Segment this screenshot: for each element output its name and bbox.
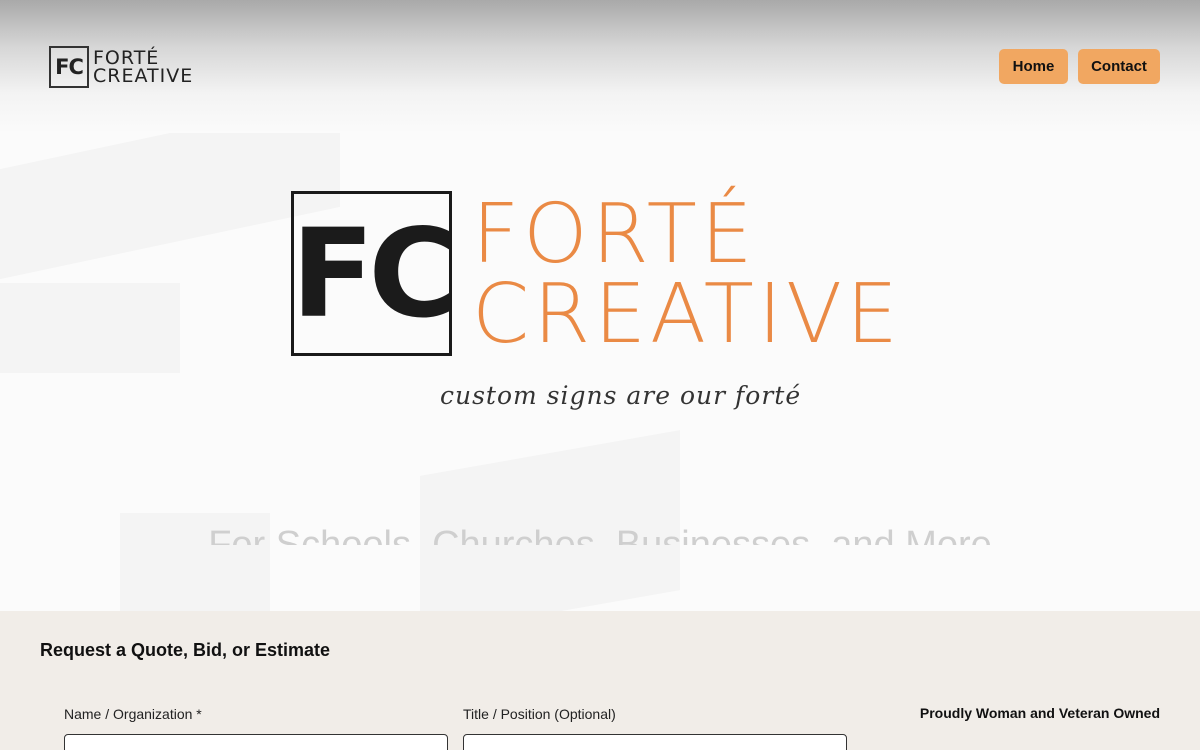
nav-home-button[interactable]: Home <box>999 49 1068 84</box>
hero-logo-wordmark: FORTÉ CREATIVE <box>472 187 902 362</box>
site-header: FC FORTÉ CREATIVE Home Contact <box>0 0 1200 133</box>
nav-contact-button[interactable]: Contact <box>1078 49 1160 84</box>
title-position-input[interactable] <box>463 734 847 750</box>
position-field-label: Title / Position (Optional) <box>463 706 616 722</box>
hero-subtitle: For Schools, Churches, Businesses, and M… <box>208 524 992 545</box>
logo-line-2: CREATIVE <box>93 65 194 87</box>
hero-logo-monogram: FC <box>291 191 458 356</box>
hero-brand-line-1: FORTÉ <box>472 187 757 282</box>
hero-tagline: custom signs are our forté <box>440 381 802 410</box>
header-logo[interactable]: FC FORTÉ CREATIVE <box>49 46 193 88</box>
quote-title: Request a Quote, Bid, or Estimate <box>40 640 331 660</box>
logo-monogram: FC <box>49 46 89 88</box>
name-organization-input[interactable] <box>64 734 448 750</box>
logo-wordmark: FORTÉ CREATIVE <box>93 49 194 87</box>
woman-veteran-owned-note: Proudly Woman and Veteran Owned <box>919 705 1160 721</box>
name-field-label: Name / Organization * <box>64 706 202 722</box>
hero-banner: FC FORTÉ CREATIVE custom signs are our f… <box>0 133 1200 611</box>
quote-section: Request a Quote, Bid, or Estimate Name /… <box>0 611 1200 750</box>
hero-brand-line-2: CREATIVE <box>472 267 902 362</box>
